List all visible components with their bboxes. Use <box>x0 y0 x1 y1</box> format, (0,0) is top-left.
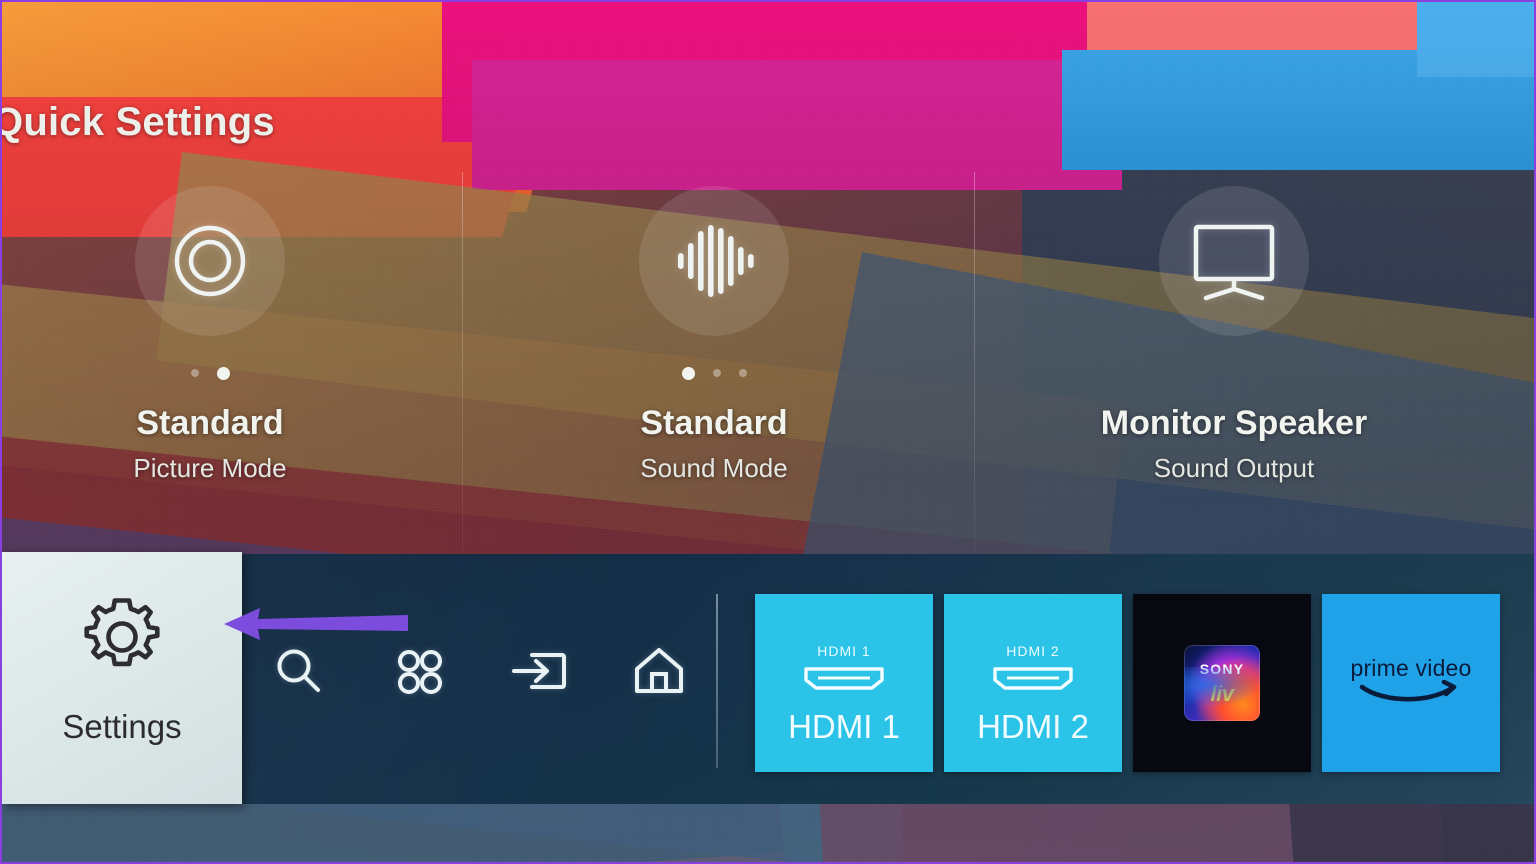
tv-quick-settings-screen: Quick Settings Standard Picture Mode Sta… <box>0 0 1536 864</box>
dot-active <box>216 366 230 380</box>
quick-setting-picture-mode[interactable]: Standard Picture Mode <box>60 172 360 484</box>
column-divider <box>462 172 463 550</box>
sound-mode-icon <box>639 186 789 336</box>
gear-icon <box>79 594 165 680</box>
page-title: Quick Settings <box>0 100 275 144</box>
bar-divider <box>716 594 718 768</box>
sound-mode-label: Sound Mode <box>640 453 788 483</box>
picture-mode-icon <box>135 186 285 336</box>
dot <box>738 369 747 377</box>
settings-label: Settings <box>62 708 182 745</box>
picture-mode-label: Picture Mode <box>133 453 287 483</box>
liv-wordmark: liv <box>1210 681 1234 706</box>
tile-prime-video[interactable]: prime video <box>1322 594 1500 772</box>
sound-output-label: Sound Output <box>1153 453 1315 483</box>
amazon-smile-icon <box>1350 679 1471 711</box>
source-tiles: HDMI 1 HDMI 1 HDMI 2 HDMI 2 SONY liv pri… <box>755 594 1500 772</box>
sound-output-icon <box>1159 186 1309 336</box>
tile-hdmi-2[interactable]: HDMI 2 HDMI 2 <box>944 594 1122 772</box>
sony-wordmark: SONY <box>1199 661 1245 677</box>
quick-setting-sound-output[interactable]: Monitor Speaker Sound Output <box>1084 172 1384 484</box>
dot <box>712 369 721 377</box>
tile-sonyliv[interactable]: SONY liv <box>1133 594 1311 772</box>
home-icon[interactable] <box>630 642 688 700</box>
settings-button[interactable]: Settings <box>2 552 242 804</box>
sound-output-dots <box>1084 366 1384 380</box>
source-input-icon[interactable] <box>510 642 568 700</box>
sound-output-value: Monitor Speaker <box>1100 404 1368 442</box>
dot <box>190 369 199 377</box>
prime-video-logo-icon: prime video <box>1350 655 1471 711</box>
annotation-arrow-icon <box>220 600 410 653</box>
dot-active <box>681 366 695 380</box>
hdmi-2-mini-label: HDMI 2 <box>1006 642 1060 659</box>
sound-mode-value: Standard <box>640 404 788 442</box>
picture-mode-dots <box>60 366 360 380</box>
quick-setting-sound-mode[interactable]: Standard Sound Mode <box>564 172 864 484</box>
hdmi-1-label: HDMI 1 <box>788 708 900 745</box>
hdmi-1-mini-label: HDMI 1 <box>817 642 871 659</box>
hdmi-2-label: HDMI 2 <box>977 708 1089 745</box>
sonyliv-logo-icon: SONY liv <box>1184 645 1260 721</box>
sound-mode-dots <box>564 366 864 380</box>
tile-hdmi-1[interactable]: HDMI 1 HDMI 1 <box>755 594 933 772</box>
picture-mode-value: Standard <box>136 404 284 442</box>
hdmi-port-icon <box>989 663 1077 698</box>
prime-video-label: prime video <box>1350 655 1472 681</box>
quick-settings-row: Standard Picture Mode Standard Sound Mod… <box>2 172 1534 552</box>
column-divider <box>974 172 975 550</box>
hdmi-port-icon <box>800 663 888 698</box>
